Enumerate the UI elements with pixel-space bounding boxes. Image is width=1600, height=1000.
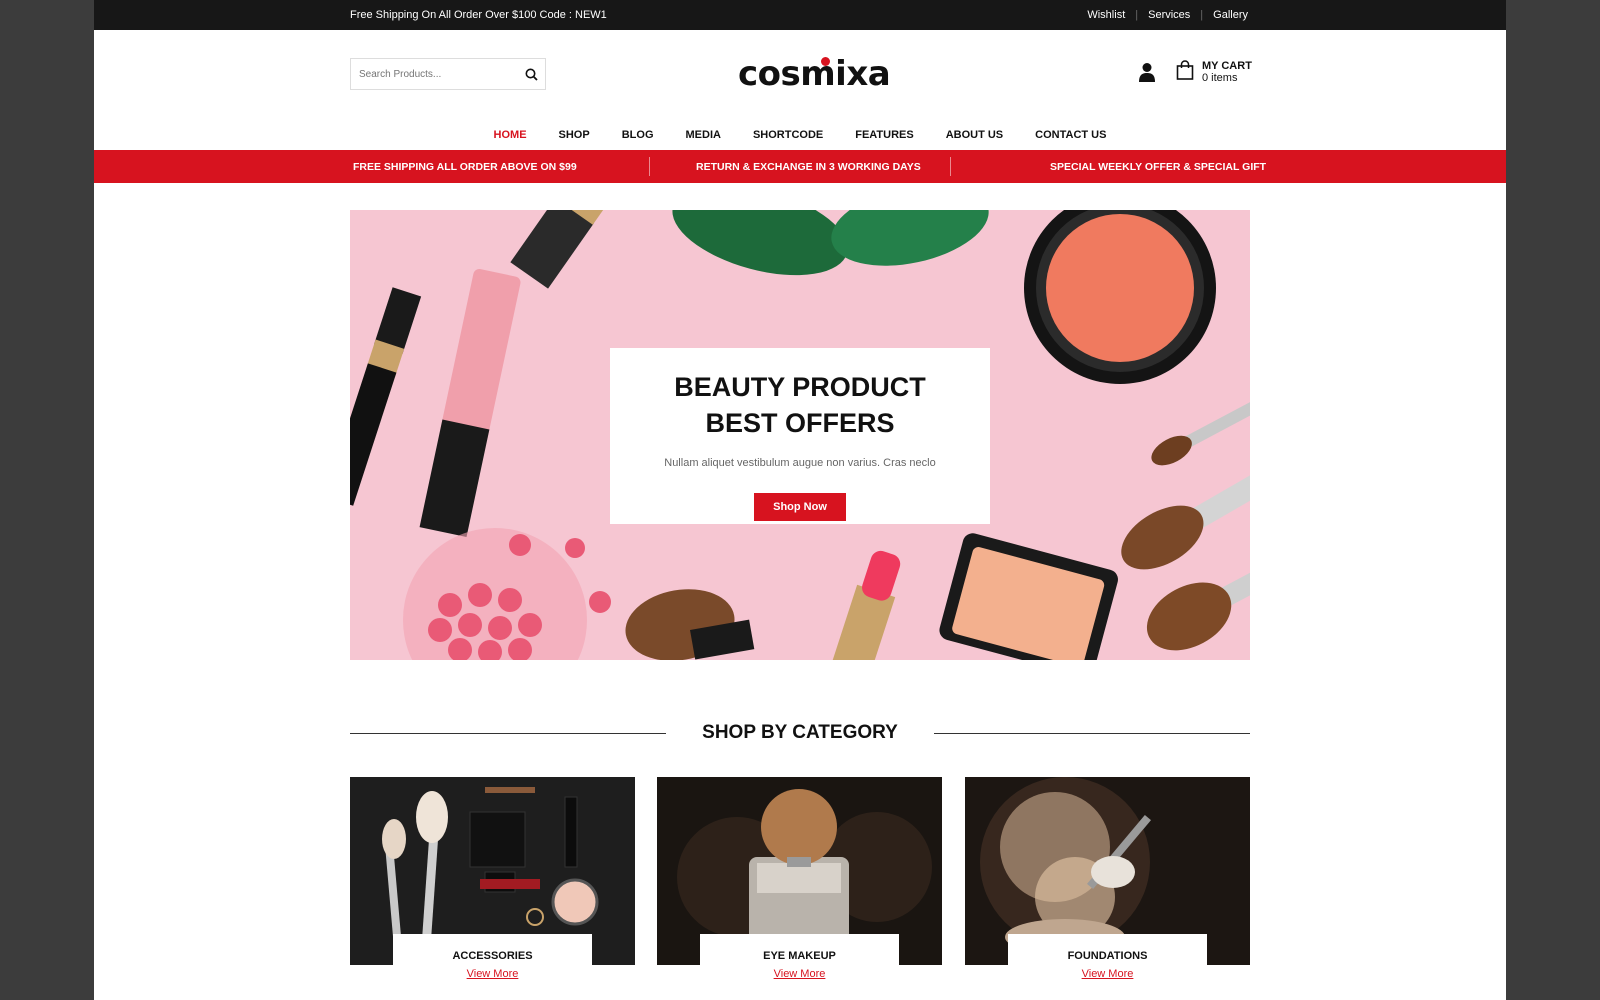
top-bar: Free Shipping On All Order Over $100 Cod…: [94, 0, 1506, 30]
divider: [950, 157, 951, 176]
nav-shortcode[interactable]: SHORTCODE: [753, 129, 823, 141]
view-more-link[interactable]: View More: [700, 968, 899, 980]
cart-count: 0 items: [1202, 72, 1238, 84]
logo-dot: [821, 57, 830, 66]
hero-title-line2: BEST OFFERS: [705, 408, 895, 438]
nav-contact-us[interactable]: CONTACT US: [1035, 129, 1106, 141]
category-card-eye-makeup[interactable]: EYE MAKEUP View More: [657, 777, 942, 1000]
category-label: ACCESSORIES View More: [393, 934, 592, 1000]
search-icon[interactable]: [517, 59, 545, 89]
hero-title-line1: BEAUTY PRODUCT: [674, 372, 926, 402]
shipping-promo: Free Shipping On All Order Over $100 Cod…: [350, 9, 607, 21]
main-nav: HOME SHOP BLOG MEDIA SHORTCODE FEATURES …: [94, 120, 1506, 150]
shopping-bag-icon: [1176, 60, 1194, 85]
nav-shop[interactable]: SHOP: [559, 129, 590, 141]
cart-text: MY CART 0 items: [1202, 60, 1252, 84]
section-header: SHOP BY CATEGORY: [350, 722, 1250, 746]
service-bar: FREE SHIPPING ALL ORDER ABOVE ON $99 RET…: [94, 150, 1506, 183]
nav-home[interactable]: HOME: [494, 129, 527, 141]
hero-title: BEAUTY PRODUCT BEST OFFERS: [610, 369, 990, 441]
category-name: FOUNDATIONS: [1067, 950, 1148, 962]
service-weekly-offer: SPECIAL WEEKLY OFFER & SPECIAL GIFT: [1050, 161, 1267, 173]
site-logo[interactable]: cosmixa: [738, 54, 891, 94]
service-return-exchange: RETURN & EXCHANGE IN 3 WORKING DAYS: [696, 161, 921, 173]
cart[interactable]: MY CART 0 items: [1176, 60, 1252, 85]
header: cosmixa MY CART 0 items: [94, 30, 1506, 120]
category-name: EYE MAKEUP: [763, 950, 836, 962]
nav-media[interactable]: MEDIA: [686, 129, 721, 141]
category-label: EYE MAKEUP View More: [700, 934, 899, 1000]
category-card-foundations[interactable]: FOUNDATIONS View More: [965, 777, 1250, 1000]
cart-title: MY CART: [1202, 60, 1252, 72]
page: Free Shipping On All Order Over $100 Cod…: [94, 0, 1506, 1000]
nav-about-us[interactable]: ABOUT US: [946, 129, 1003, 141]
gallery-link[interactable]: Gallery: [1213, 9, 1248, 21]
user-icon[interactable]: [1138, 62, 1156, 87]
separator: |: [1200, 9, 1204, 21]
top-links: Wishlist | Services | Gallery: [1087, 9, 1248, 21]
hero-card: BEAUTY PRODUCT BEST OFFERS Nullam alique…: [610, 348, 990, 524]
separator: |: [1135, 9, 1139, 21]
divider: [649, 157, 650, 176]
view-more-link[interactable]: View More: [393, 968, 592, 980]
shop-now-button[interactable]: Shop Now: [754, 493, 846, 521]
nav-blog[interactable]: BLOG: [622, 129, 654, 141]
wishlist-link[interactable]: Wishlist: [1087, 9, 1125, 21]
category-name: ACCESSORIES: [452, 950, 533, 962]
search-input[interactable]: [351, 59, 517, 89]
category-card-accessories[interactable]: ACCESSORIES View More: [350, 777, 635, 1000]
service-free-shipping: FREE SHIPPING ALL ORDER ABOVE ON $99: [353, 161, 577, 173]
hero-banner: BEAUTY PRODUCT BEST OFFERS Nullam alique…: [350, 210, 1250, 660]
view-more-link[interactable]: View More: [1008, 968, 1207, 980]
hero-subtitle: Nullam aliquet vestibulum augue non vari…: [664, 457, 936, 469]
category-label: FOUNDATIONS View More: [1008, 934, 1207, 1000]
services-link[interactable]: Services: [1148, 9, 1190, 21]
divider-line-right: [934, 733, 1250, 734]
nav-features[interactable]: FEATURES: [855, 129, 913, 141]
search-box: [350, 58, 546, 90]
